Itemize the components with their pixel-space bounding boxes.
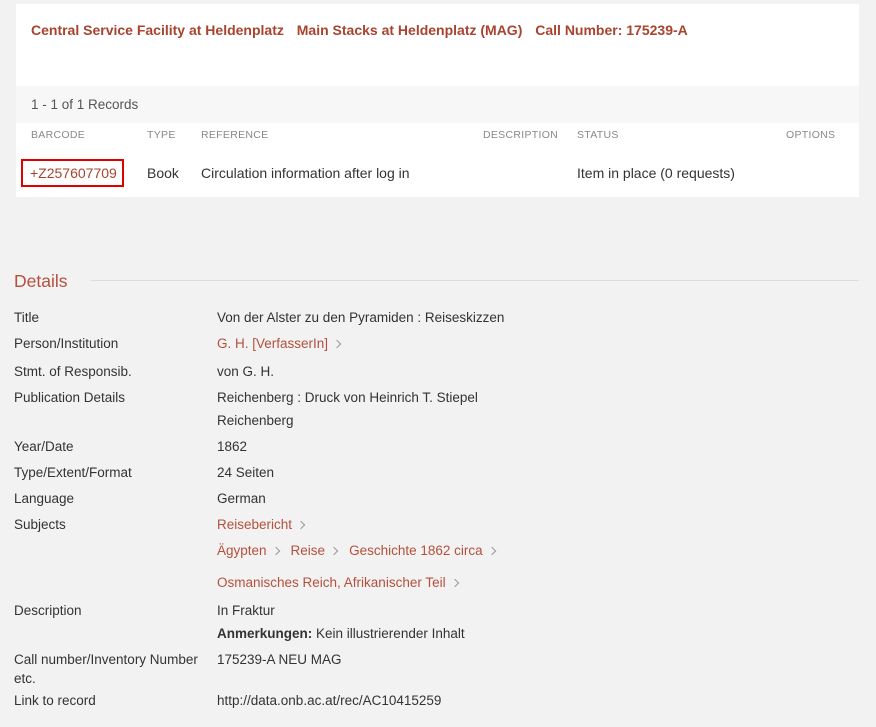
- callnum-value: 175239-A NEU MAG: [217, 652, 342, 667]
- item-type: Book: [147, 165, 179, 181]
- person-link[interactable]: G. H. [VerfasserIn]: [217, 336, 328, 351]
- person-label: Person/Institution: [14, 336, 119, 351]
- chevron-right-icon: [329, 546, 339, 556]
- chevron-right-icon: [450, 578, 459, 588]
- details-heading: Details: [14, 271, 68, 291]
- subject-link[interactable]: Reisebericht: [217, 517, 292, 532]
- subject-link[interactable]: Reise: [291, 543, 326, 558]
- records-count-bar: 1 - 1 of 1 Records: [16, 86, 859, 123]
- item-status: Item in place (0 requests): [577, 165, 735, 181]
- collection-name[interactable]: Main Stacks at Heldenplatz (MAG): [297, 22, 523, 38]
- chevron-right-icon: [487, 546, 496, 556]
- subject-link[interactable]: Ägypten: [217, 543, 267, 558]
- subjects-row-1: Reisebericht: [217, 517, 316, 532]
- publication-line1: Reichenberg : Druck von Heinrich T. Stie…: [217, 390, 478, 405]
- publication-label: Publication Details: [14, 390, 126, 405]
- barcode-highlight[interactable]: +Z257607709: [21, 159, 124, 187]
- chevron-right-icon: [332, 339, 342, 349]
- chevron-right-icon: [271, 546, 280, 556]
- header-type: TYPE: [147, 129, 176, 141]
- responsibility-label: Stmt. of Responsib.: [14, 364, 132, 379]
- header-description: DESCRIPTION: [483, 129, 559, 141]
- header-reference: REFERENCE: [201, 129, 269, 141]
- year-value: 1862: [217, 439, 248, 454]
- details-divider: [91, 280, 859, 281]
- description-note-value: Kein illustrierender Inhalt: [316, 626, 465, 641]
- description-line1: In Fraktur: [217, 603, 275, 618]
- title-value: Von der Alster zu den Pyramiden : Reises…: [217, 310, 505, 325]
- person-value-row: G. H. [VerfasserIn]: [217, 336, 352, 351]
- records-count: 1 - 1 of 1 Records: [31, 97, 139, 112]
- description-label: Description: [14, 603, 82, 618]
- holdings-location-panel: Central Service Facility at Heldenplatz …: [16, 4, 859, 86]
- barcode-link[interactable]: +Z257607709: [30, 165, 117, 181]
- title-label: Title: [14, 310, 40, 325]
- facility-name[interactable]: Central Service Facility at Heldenplatz: [31, 22, 284, 38]
- publication-line2: Reichenberg: [217, 413, 294, 428]
- extent-label: Type/Extent/Format: [14, 465, 132, 480]
- header-status: STATUS: [577, 129, 619, 141]
- extent-value: 24 Seiten: [217, 465, 275, 480]
- language-value: German: [217, 491, 266, 506]
- subject-link[interactable]: Osmanisches Reich, Afrikanischer Teil: [217, 575, 446, 590]
- subjects-label: Subjects: [14, 517, 66, 532]
- callnum-label-line1: Call number/Inventory Number: [14, 652, 198, 667]
- location-line: Central Service Facility at Heldenplatz …: [31, 22, 697, 38]
- subjects-row-2: Ägypten Reise Geschichte 1862 circa: [217, 543, 507, 558]
- item-reference: Circulation information after log in: [201, 165, 410, 181]
- items-table: BARCODE TYPE REFERENCE DESCRIPTION STATU…: [16, 123, 859, 197]
- link-label: Link to record: [14, 693, 96, 708]
- year-label: Year/Date: [14, 439, 74, 454]
- call-number: Call Number: 175239-A: [535, 22, 688, 38]
- chevron-right-icon: [296, 520, 306, 530]
- header-options: OPTIONS: [786, 129, 836, 141]
- description-note-label: Anmerkungen:: [217, 626, 313, 641]
- record-link[interactable]: http://data.onb.ac.at/rec/AC10415259: [217, 693, 441, 708]
- subject-link[interactable]: Geschichte 1862 circa: [349, 543, 483, 558]
- language-label: Language: [14, 491, 75, 506]
- description-note: Anmerkungen: Kein illustrierender Inhalt: [217, 626, 465, 641]
- subjects-row-3: Osmanisches Reich, Afrikanischer Teil: [217, 575, 470, 590]
- header-barcode: BARCODE: [31, 129, 86, 141]
- callnum-label-line2: etc.: [14, 671, 36, 686]
- responsibility-value: von G. H.: [217, 364, 275, 379]
